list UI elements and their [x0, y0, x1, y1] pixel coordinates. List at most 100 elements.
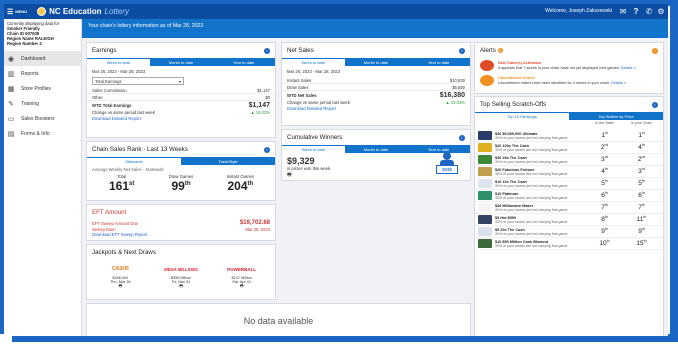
net-sales-download-link[interactable]: Download Detailed Report [282, 106, 470, 111]
tab-month-to-date[interactable]: Month to date [150, 58, 213, 66]
scratch-ticket-image [478, 191, 492, 200]
scratch-off-row[interactable]: $20 Fabulous Fortune 30% of your stores a… [475, 166, 663, 178]
net-sales-title: Net Sales [287, 47, 314, 54]
eft-download-link[interactable]: Download EFT Sweep Report [87, 232, 275, 237]
scratch-ticket-image [478, 239, 492, 248]
booster-icon: ▭ [7, 115, 15, 123]
tab-year-to-date[interactable]: Year to date [212, 58, 275, 66]
gear-icon[interactable]: ⚙ [656, 6, 666, 16]
tab-week-to-date[interactable]: Week to date [87, 58, 150, 66]
earnings-download-link[interactable]: Download Detailed Report [87, 116, 275, 121]
jackpot-item[interactable]: MEGA MILLIONS $355 Million Fri, Mar 31 🖶 [151, 262, 212, 290]
sidebar-item-sales-boosters[interactable]: ▭ Sales Boosters [4, 111, 81, 126]
tab-month-to-date[interactable]: Month to date [345, 58, 408, 66]
chain-rank-subtitle: Average Weekly Net Sales - Statewide [92, 167, 164, 172]
dashboard-icon: ◉ [7, 55, 15, 63]
phone-icon[interactable]: ✆ [644, 6, 654, 16]
cash5-logo: CASH5 [111, 266, 129, 272]
tab-statewide[interactable]: Statewide [87, 157, 181, 165]
welcome-text: Welcome, Joseph Zakszewski [545, 8, 612, 14]
tab-month-to-date[interactable]: Month to date [345, 145, 408, 153]
eft-title: EFT Amount [92, 209, 127, 216]
tab-week-to-date[interactable]: Week to date [282, 58, 345, 66]
printer-icon[interactable]: 🖶 [211, 284, 272, 290]
lottery-logo[interactable]: NC Education Lottery [37, 7, 129, 16]
scratch-off-row[interactable]: $10 Platinum 30% of your stores are not c… [475, 190, 663, 202]
scratch-off-row[interactable]: $20 100x The Cash 30% of your stores are … [475, 142, 663, 154]
alert-item[interactable]: New Game(s) Activation It appears that 7… [475, 58, 663, 73]
earnings-type-select[interactable]: Total Earnings ▾ [92, 77, 184, 85]
store-icon: ▦ [7, 85, 15, 93]
printer-icon[interactable]: 🖶 [90, 284, 151, 290]
help-icon[interactable]: ? [631, 6, 641, 16]
logo-icon [37, 7, 47, 16]
earnings-date-range: Mar 26, 2023 - Mar 28, 2023 [92, 69, 146, 74]
printer-icon[interactable]: 🖶 [151, 284, 212, 290]
earnings-tabs: Week to date Month to date Year to date [87, 58, 275, 66]
tab-year-to-date[interactable]: Year to date [407, 58, 470, 66]
jackpot-item[interactable]: CASH5 $266,000 Thu, Mar 30 🖶 [90, 262, 151, 290]
chain-rank: 15th [636, 239, 647, 248]
scratch-offs-card: Top Selling Scratch-Offs i Top 10 Rankin… [474, 96, 664, 336]
top-bar: ☰ MENU NC Education Lottery Welcome, Jos… [4, 4, 668, 19]
chain-rank: 4th [638, 143, 645, 152]
state-rank: 10th [599, 239, 610, 248]
sidebar-item-dashboard[interactable]: ◉ Dashboard [4, 51, 81, 66]
scratch-off-row[interactable]: $10 10x The Cash 30% of your stores are n… [475, 178, 663, 190]
info-icon[interactable]: i [264, 47, 270, 54]
scratch-off-row[interactable]: $30 Millionaire Maker 30% of your stores … [475, 202, 663, 214]
tab-top-10-rankings[interactable]: Top 10 Rankings [475, 112, 569, 120]
scratch-tabs: Top 10 Rankings Top Sellers by Price [475, 112, 663, 120]
winner-illustration: $$$$ [436, 152, 458, 176]
chain-rank: 7th [638, 203, 645, 212]
chain-rank: 9th [638, 227, 645, 236]
sidebar-item-reports[interactable]: ▥ Reports [4, 66, 81, 81]
state-rank: 6th [601, 191, 608, 200]
earnings-row: Other $0 [87, 94, 275, 101]
jackpots-title: Jackpots & Next Draws [92, 249, 156, 256]
hamburger-icon: ☰ [7, 8, 14, 16]
scratch-ticket-image [478, 143, 492, 152]
alerts-card: Alerts 2 i New Game(s) Activation It app… [474, 42, 664, 94]
state-rank: 5th [601, 179, 608, 188]
tab-top-sellers-by-price[interactable]: Top Sellers by Price [569, 112, 663, 120]
info-icon[interactable]: i [459, 47, 465, 54]
scratch-off-row[interactable]: $30 25x The Cash 30% of your stores are n… [475, 154, 663, 166]
cumulative-winners-card: Cumulative Winners i Week to date Month … [281, 129, 471, 181]
chain-rank-title: Chain Sales Rank - Last 13 Weeks [92, 146, 188, 153]
chevron-down-icon: ▾ [178, 79, 181, 84]
alerts-title: Alerts 2 [480, 47, 503, 54]
scratch-off-row[interactable]: $10 $50 Million Cash Blowout 30% of your … [475, 238, 663, 250]
state-rank: 1st [601, 131, 608, 140]
status-banner: Your chain's lottery information as of M… [82, 19, 668, 38]
scratch-off-row[interactable]: $30 $5,000,000 Ultimate 30% of your store… [475, 130, 663, 142]
bar-chart-icon: ▥ [7, 70, 15, 78]
jackpot-item[interactable]: POWERBALL $147 Million Sat, Apr 01 🖶 [211, 262, 272, 290]
sidebar-item-store-profiles[interactable]: ▦ Store Profiles [4, 81, 81, 96]
sidebar-item-forms-info[interactable]: ▤ Forms & Info [4, 126, 81, 141]
tab-week-to-date[interactable]: Week to date [282, 145, 345, 153]
powerball-logo: POWERBALL [227, 266, 257, 272]
scratch-list: $30 $5,000,000 Ultimate 30% of your store… [475, 130, 663, 250]
earnings-row: Sales Commission $1,147 [87, 87, 275, 94]
net-sales-card: Net Sales i Week to date Month to date Y… [281, 42, 471, 126]
no-data-message: No data available [243, 316, 314, 326]
scratch-off-row[interactable]: $5 Hot $500 30% of your stores are not ca… [475, 214, 663, 226]
info-icon[interactable]: i [264, 146, 270, 153]
net-sales-date-range: Mar 26, 2023 - Mar 28, 2023 [287, 69, 341, 74]
sidebar-item-training[interactable]: ✎ Training [4, 96, 81, 111]
mail-icon[interactable]: ✉ [618, 6, 628, 16]
info-icon[interactable]: i [459, 134, 465, 141]
earnings-change-row: Change vs same period last week ▲ 19.03% [92, 110, 270, 115]
info-icon[interactable]: i [652, 47, 658, 54]
scratch-off-row[interactable]: $5 20x The Cash 30% of your stores are no… [475, 226, 663, 238]
net-sales-tabs: Week to date Month to date Year to date [282, 58, 470, 66]
chain-rank: 11th [636, 215, 647, 224]
alert-item[interactable]: Unconfirmed Orders Unconfirmed orders ha… [475, 73, 663, 88]
net-sales-total-row: WTD Net Sales $16,380 [287, 91, 465, 99]
tab-tradestyle[interactable]: TradeStyle [181, 157, 275, 165]
check-badge: $$$$ [436, 165, 458, 174]
info-icon[interactable]: i [652, 101, 658, 108]
chain-rank-tabs: Statewide TradeStyle [87, 157, 275, 165]
menu-button[interactable]: ☰ MENU [7, 8, 27, 16]
